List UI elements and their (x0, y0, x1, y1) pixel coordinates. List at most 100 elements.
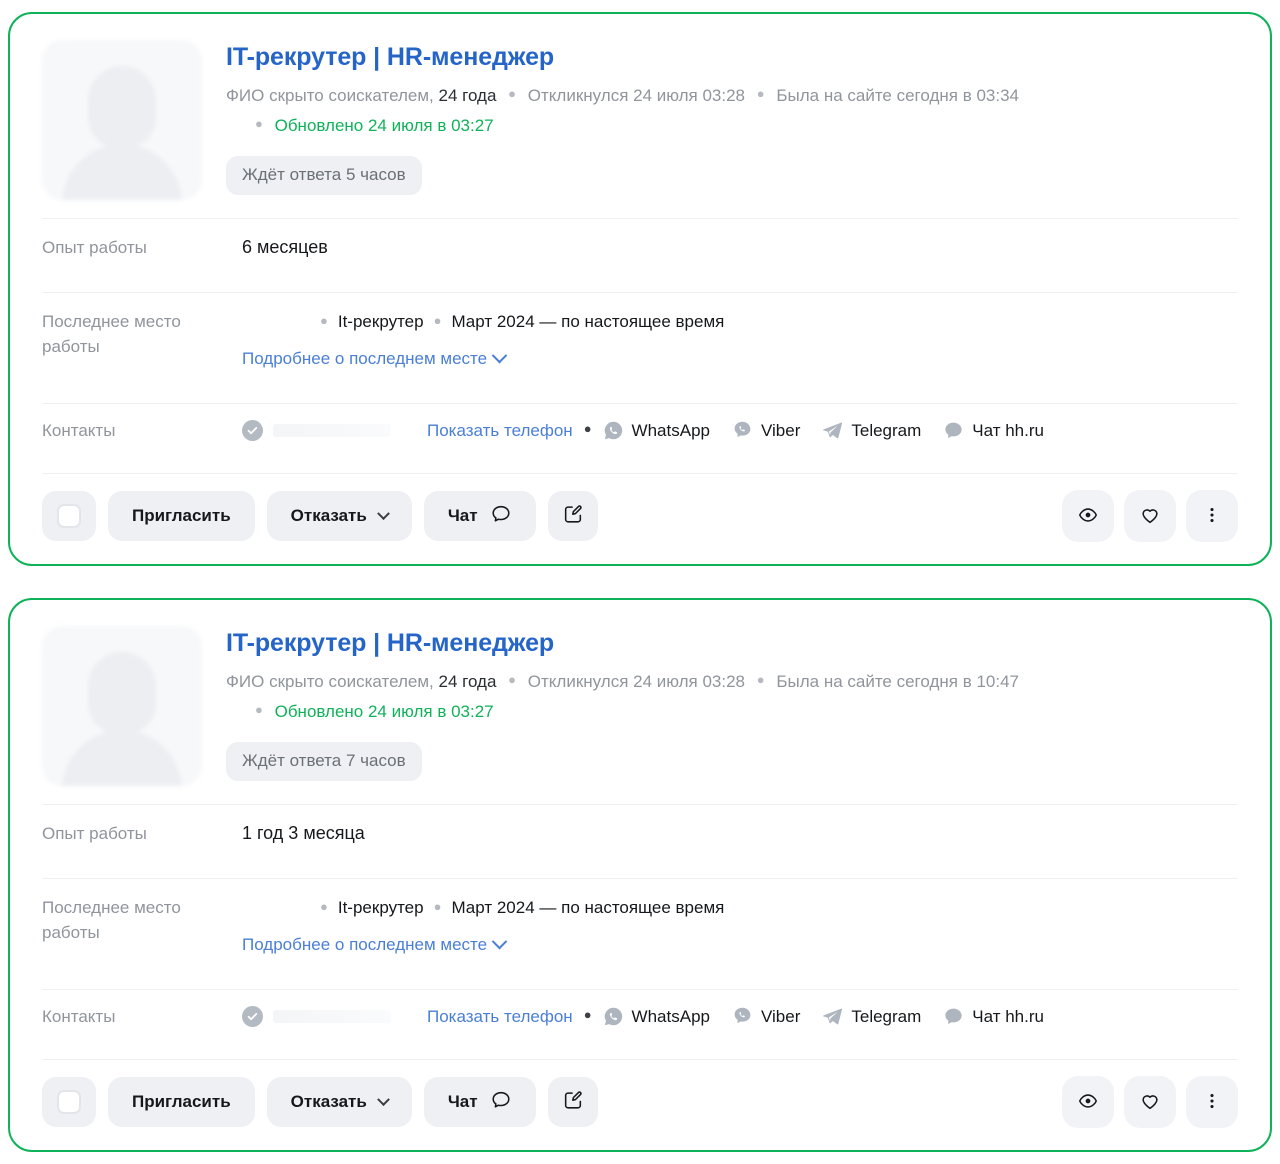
hidden-phone-placeholder (273, 1010, 391, 1023)
applied-label: Откликнулся 24 июля 03:28 (527, 672, 746, 691)
bullet-dot-icon: ● (583, 421, 592, 436)
meta-separator-dot: ● (255, 116, 263, 131)
card-header: IT-рекрутер | HR-менеджер ФИО скрыто сои… (42, 626, 1238, 786)
last-job-label: Последнее место работы (42, 312, 181, 356)
heart-icon (1139, 504, 1161, 529)
show-phone-link[interactable]: Показать телефон (427, 421, 573, 441)
bullet-dot-icon: ● (433, 313, 442, 328)
experience-row: Опыт работы 6 месяцев (42, 219, 1238, 274)
more-actions-button[interactable] (1186, 490, 1238, 542)
last-job-label: Последнее место работы (42, 898, 181, 942)
contact-telegram[interactable]: Telegram (822, 1006, 921, 1027)
actions-row: Пригласить Отказать Чат (42, 474, 1238, 542)
invite-button[interactable]: Пригласить (108, 1077, 255, 1127)
resume-list: IT-рекрутер | HR-менеджер ФИО скрыто сои… (0, 0, 1280, 1164)
reject-button-label: Отказать (290, 1092, 367, 1111)
eye-icon (1077, 504, 1099, 529)
reject-button[interactable]: Отказать (266, 491, 412, 541)
show-phone-link[interactable]: Показать телефон (427, 1007, 573, 1027)
add-note-button[interactable] (547, 1077, 598, 1127)
hh-chat-icon (943, 1006, 964, 1027)
contact-hh-chat[interactable]: Чат hh.ru (943, 1006, 1044, 1027)
contact-viber[interactable]: Viber (732, 1006, 800, 1027)
name-hidden-label: ФИО скрыто соискателем, (226, 672, 434, 691)
contacts-label: Контакты (42, 1007, 116, 1026)
avatar (42, 40, 202, 200)
contacts-label: Контакты (42, 421, 116, 440)
viewed-button[interactable] (1062, 1076, 1114, 1128)
contacts-row: Контакты Показать телефон ● WhatsApp Vib… (42, 990, 1238, 1041)
heart-icon (1139, 1090, 1161, 1115)
actions-row: Пригласить Отказать Чат (42, 1060, 1238, 1128)
last-job-position: It-рекрутер (337, 898, 424, 917)
bullet-dot-icon: ● (433, 899, 442, 914)
avatar-head-shape (88, 66, 156, 148)
avatar (42, 626, 202, 786)
contacts-row: Контакты Показать телефон ● WhatsApp Vib… (42, 404, 1238, 455)
experience-value: 6 месяцев (242, 237, 328, 257)
favorite-button[interactable] (1124, 490, 1176, 542)
favorite-button[interactable] (1124, 1076, 1176, 1128)
invite-button[interactable]: Пригласить (108, 491, 255, 541)
resume-card[interactable]: IT-рекрутер | HR-менеджер ФИО скрыто сои… (8, 598, 1272, 1152)
whatsapp-icon (603, 420, 624, 441)
verified-badge-icon (242, 1006, 263, 1027)
select-resume-checkbox[interactable] (42, 491, 96, 541)
chat-bubble-icon (490, 503, 512, 530)
add-note-button[interactable] (547, 491, 598, 541)
select-resume-checkbox[interactable] (42, 1077, 96, 1127)
chat-button-label: Чат (447, 506, 478, 525)
resume-card[interactable]: IT-рекрутер | HR-менеджер ФИО скрыто сои… (8, 12, 1272, 566)
experience-label: Опыт работы (42, 824, 147, 843)
eye-icon (1077, 1090, 1099, 1115)
contact-viber[interactable]: Viber (732, 420, 800, 441)
more-about-last-job-link[interactable]: Подробнее о последнем месте (242, 932, 508, 957)
resume-meta: ФИО скрыто соискателем, 24 года ● Отклик… (226, 80, 1238, 110)
experience-value: 1 год 3 месяца (242, 823, 365, 843)
last-job-row: Последнее место работы ● It-рекрутер ● М… (42, 879, 1238, 971)
edit-note-icon (562, 1089, 584, 1116)
resume-title-link[interactable]: IT-рекрутер | HR-менеджер (226, 42, 554, 72)
contact-telegram[interactable]: Telegram (822, 420, 921, 441)
resume-meta-second: ● Обновлено 24 июля в 03:27 (226, 696, 1238, 726)
updated-label: Обновлено 24 июля в 03:27 (274, 702, 494, 721)
selection-checkbox-icon (57, 1090, 81, 1114)
more-actions-button[interactable] (1186, 1076, 1238, 1128)
contact-hh-chat[interactable]: Чат hh.ru (943, 420, 1044, 441)
avatar-body-shape (62, 144, 182, 200)
contact-whatsapp-label: WhatsApp (631, 420, 710, 440)
chat-button-label: Чат (447, 1092, 478, 1111)
more-about-last-job-link[interactable]: Подробнее о последнем месте (242, 346, 508, 371)
chevron-down-icon (491, 347, 508, 364)
viber-icon (732, 420, 753, 441)
age-label: 24 года (438, 86, 497, 105)
viewed-button[interactable] (1062, 490, 1114, 542)
last-visit-label: Была на сайте сегодня в 03:34 (776, 86, 1020, 105)
contact-telegram-label: Telegram (851, 1006, 922, 1026)
applied-label: Откликнулся 24 июля 03:28 (527, 86, 746, 105)
contact-whatsapp-label: WhatsApp (631, 1006, 710, 1026)
resume-title-link[interactable]: IT-рекрутер | HR-менеджер (226, 628, 554, 658)
wait-badge: Ждёт ответа 5 часов (226, 156, 422, 195)
chat-button[interactable]: Чат (423, 1077, 536, 1127)
chat-button[interactable]: Чат (423, 491, 536, 541)
reject-button[interactable]: Отказать (266, 1077, 412, 1127)
telegram-icon (822, 420, 843, 441)
kebab-menu-icon (1201, 504, 1223, 529)
name-hidden-label: ФИО скрыто соискателем, (226, 86, 434, 105)
meta-separator-dot: ● (255, 702, 263, 717)
experience-label: Опыт работы (42, 238, 147, 257)
last-job-period: Март 2024 — по настоящее время (451, 898, 725, 917)
card-header: IT-рекрутер | HR-менеджер ФИО скрыто сои… (42, 40, 1238, 200)
last-job-line: ● It-рекрутер ● Март 2024 — по настоящее… (242, 895, 1238, 921)
bullet-dot-icon: ● (583, 1007, 592, 1022)
contact-whatsapp[interactable]: WhatsApp (603, 420, 710, 441)
reject-button-label: Отказать (290, 506, 367, 525)
chevron-down-icon (376, 506, 390, 520)
last-job-row: Последнее место работы ● It-рекрутер ● М… (42, 293, 1238, 385)
contact-whatsapp[interactable]: WhatsApp (603, 1006, 710, 1027)
hh-chat-icon (943, 420, 964, 441)
avatar-body-shape (62, 730, 182, 786)
contact-hh-chat-label: Чат hh.ru (972, 420, 1044, 440)
age-label: 24 года (438, 672, 497, 691)
